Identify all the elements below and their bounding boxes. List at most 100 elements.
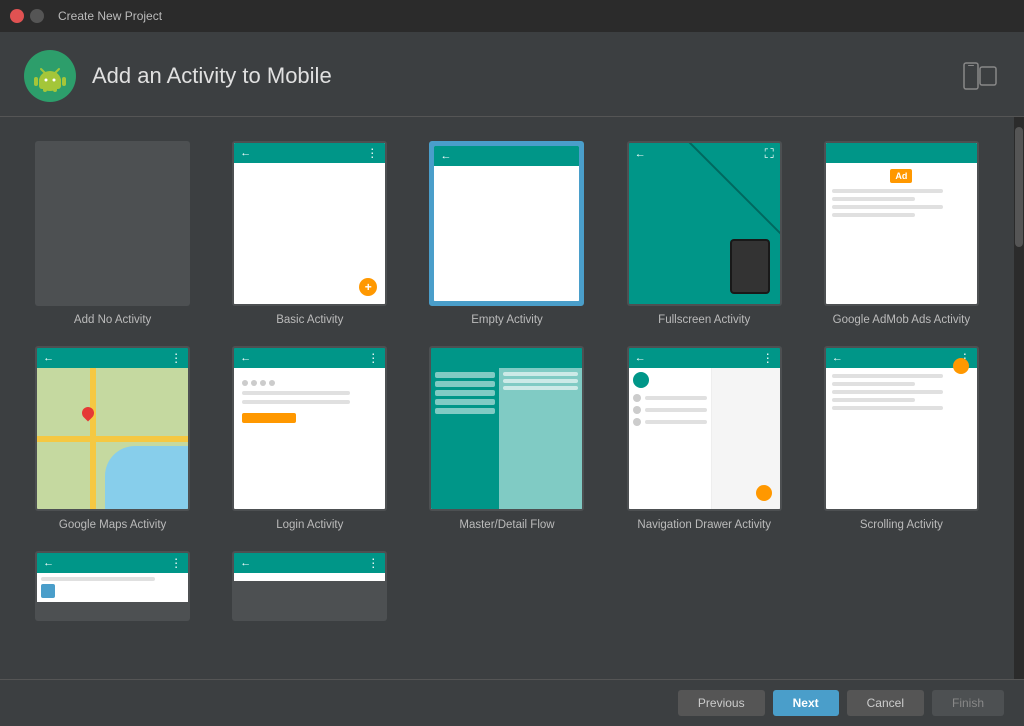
navdrawer-activity-card[interactable]: ← ⋮ — [612, 342, 797, 535]
partial-body-2 — [234, 573, 385, 581]
empty-topbar: ← — [434, 146, 579, 166]
map-road-vertical — [90, 368, 96, 509]
close-button[interactable] — [10, 9, 24, 23]
partial-icon — [41, 584, 55, 598]
basic-topbar: ← ⋮ — [234, 143, 385, 163]
sc-fab-icon — [953, 358, 969, 374]
basic-phone-mock: ← ⋮ + — [234, 143, 385, 304]
back-arrow-icon: ← — [635, 148, 646, 160]
phone-outline-icon — [730, 239, 770, 294]
maps-body — [37, 368, 188, 509]
next-button[interactable]: Next — [773, 690, 839, 716]
title-bar-controls — [10, 9, 44, 23]
finish-button[interactable]: Finish — [932, 690, 1004, 716]
empty-activity-preview: ← — [429, 141, 584, 306]
expand-icon: ⛶ — [765, 146, 774, 162]
empty-activity-label: Empty Activity — [471, 314, 543, 326]
partial-topbar-1: ← ⋮ — [37, 553, 188, 573]
md-detail-panel — [499, 368, 582, 509]
masterdetail-activity-label: Master/Detail Flow — [459, 519, 554, 531]
scrollbar-thumb[interactable] — [1015, 127, 1023, 247]
masterdetail-activity-card[interactable]: Master/Detail Flow — [414, 342, 599, 535]
minimize-button[interactable] — [30, 9, 44, 23]
maps-mock: ← ⋮ — [37, 348, 188, 509]
empty-body — [434, 166, 579, 301]
basic-activity-card[interactable]: ← ⋮ + Basic Activity — [217, 137, 402, 330]
cancel-button[interactable]: Cancel — [847, 690, 924, 716]
login-activity-card[interactable]: ← ⋮ — [217, 342, 402, 535]
menu-dots-icon: ⋮ — [367, 556, 379, 570]
back-arrow-icon: ← — [43, 352, 54, 364]
title-bar: Create New Project — [0, 0, 1024, 32]
nd-topbar: ← ⋮ — [629, 348, 780, 368]
partial-card-2[interactable]: ← ⋮ — [217, 547, 402, 625]
login-activity-label: Login Activity — [276, 519, 343, 531]
add-no-activity-card[interactable]: Add No Activity — [20, 137, 205, 330]
empty-activity-card[interactable]: ← Empty Activity — [414, 137, 599, 330]
sc-line-2 — [832, 382, 915, 386]
phone-icon — [960, 59, 1000, 93]
md-body — [431, 368, 582, 509]
partial-body-1 — [37, 573, 188, 602]
masterdetail-activity-preview — [429, 346, 584, 511]
login-topbar: ← ⋮ — [234, 348, 385, 368]
maps-topbar: ← ⋮ — [37, 348, 188, 368]
scrollbar-track[interactable] — [1014, 117, 1024, 679]
login-field-1 — [242, 391, 350, 395]
fullscreen-activity-preview: ← ⛶ — [627, 141, 782, 306]
footer: Previous Next Cancel Finish — [0, 679, 1024, 726]
login-mock: ← ⋮ — [234, 348, 385, 509]
maps-activity-card[interactable]: ← ⋮ Google Maps Activity — [20, 342, 205, 535]
map-water — [105, 446, 188, 509]
nd-item-1 — [633, 394, 707, 402]
scrolling-activity-preview: ← ⋮ — [824, 346, 979, 511]
nd-item-3 — [633, 418, 707, 426]
sc-line-5 — [832, 406, 943, 410]
scrolling-activity-card[interactable]: ← ⋮ Scrolling Activity — [809, 342, 994, 535]
login-body — [234, 368, 385, 509]
fullscreen-activity-card[interactable]: ← ⛶ Fullscreen Activity — [612, 137, 797, 330]
login-password-dots — [242, 380, 275, 386]
login-button-mock — [242, 413, 296, 423]
login-field-2 — [242, 400, 350, 404]
admob-activity-card[interactable]: Ad Google AdMob Ads Activity — [809, 137, 994, 330]
partial-preview-2: ← ⋮ — [232, 551, 387, 621]
nd-body — [629, 368, 780, 509]
add-no-activity-preview — [35, 141, 190, 306]
scrolling-mock: ← ⋮ — [826, 348, 977, 509]
maps-activity-label: Google Maps Activity — [59, 519, 166, 531]
scrolling-activity-label: Scrolling Activity — [860, 519, 943, 531]
partial-line — [41, 577, 155, 581]
basic-body: + — [234, 163, 385, 304]
back-arrow-icon: ← — [43, 557, 54, 569]
back-arrow-icon: ← — [240, 147, 251, 159]
navdrawer-mock: ← ⋮ — [629, 348, 780, 509]
menu-dots-icon: ⋮ — [170, 556, 182, 570]
md-topbar — [431, 348, 582, 368]
fab-icon: + — [359, 278, 377, 296]
back-arrow-icon: ← — [240, 557, 251, 569]
basic-activity-preview: ← ⋮ + — [232, 141, 387, 306]
page-title: Add an Activity to Mobile — [92, 63, 332, 89]
partial-preview-1: ← ⋮ — [35, 551, 190, 621]
admob-mock: Ad — [826, 143, 977, 304]
android-logo — [24, 50, 76, 102]
nd-drawer-panel — [629, 368, 712, 509]
navdrawer-activity-preview: ← ⋮ — [627, 346, 782, 511]
header: Add an Activity to Mobile — [0, 32, 1024, 117]
content-line-2 — [832, 197, 915, 201]
menu-dots-icon: ⋮ — [366, 146, 379, 160]
nd-dots-icon: ⋮ — [762, 351, 774, 365]
navdrawer-activity-label: Navigation Drawer Activity — [637, 519, 771, 531]
previous-button[interactable]: Previous — [678, 690, 765, 716]
window-title: Create New Project — [58, 9, 162, 23]
header-left: Add an Activity to Mobile — [24, 50, 332, 102]
sc-body — [826, 368, 977, 509]
empty-phone-mock: ← — [434, 146, 579, 301]
back-arrow-icon: ← — [440, 150, 451, 162]
content-line-3 — [832, 205, 943, 209]
partial-card-1[interactable]: ← ⋮ — [20, 547, 205, 625]
basic-activity-label: Basic Activity — [276, 314, 343, 326]
admob-body: Ad — [826, 163, 977, 304]
content-line-1 — [832, 189, 943, 193]
